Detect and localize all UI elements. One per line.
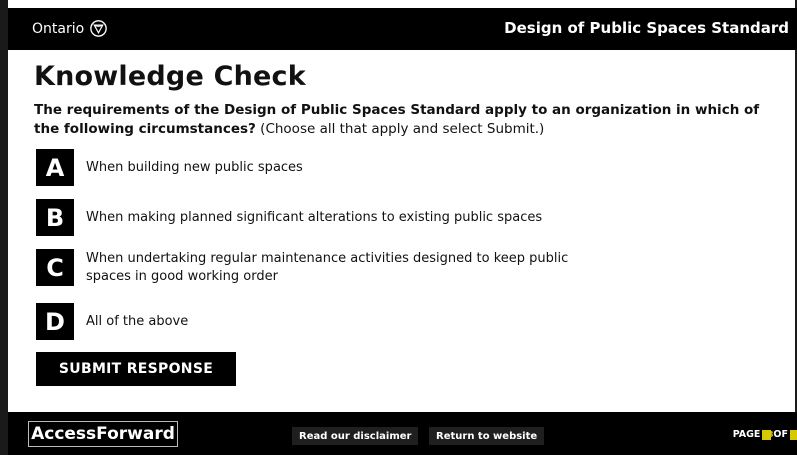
return-to-website-button[interactable]: Return to website xyxy=(429,427,545,445)
current-page: 13 xyxy=(762,429,774,440)
question-instruction: (Choose all that apply and select Submit… xyxy=(260,121,545,137)
option-letter: C xyxy=(36,249,74,286)
option-b[interactable]: B When making planned significant altera… xyxy=(36,199,586,236)
option-d[interactable]: D All of the above xyxy=(36,303,586,340)
option-letter: B xyxy=(36,199,74,236)
page-indicator: PAGE 13 OF 15 xyxy=(733,429,797,440)
option-a[interactable]: A When building new public spaces xyxy=(36,149,586,186)
option-letter: D xyxy=(36,303,74,340)
question-text: The requirements of the Design of Public… xyxy=(34,101,774,139)
option-letter: A xyxy=(36,149,74,186)
page-of: OF xyxy=(773,429,788,440)
option-label: All of the above xyxy=(86,313,189,329)
page-prefix: PAGE xyxy=(732,429,761,440)
header-bar: Ontario Design of Public Spaces Standard xyxy=(8,8,797,50)
option-c[interactable]: C When undertaking regular maintenance a… xyxy=(36,249,586,286)
page-title: Knowledge Check xyxy=(34,61,306,92)
read-disclaimer-button[interactable]: Read our disclaimer xyxy=(292,427,419,445)
ontario-brand[interactable]: Ontario xyxy=(32,20,108,37)
accessforward-logo[interactable]: AccessForward xyxy=(28,421,178,447)
brand-label: Ontario xyxy=(32,20,85,37)
total-pages: 15 xyxy=(790,429,797,440)
trillium-icon xyxy=(90,20,108,37)
option-label: When building new public spaces xyxy=(86,159,303,175)
footer-bar: AccessForward Read our disclaimer Return… xyxy=(8,412,797,455)
app-frame: Ontario Design of Public Spaces Standard… xyxy=(0,0,797,455)
submit-response-button[interactable]: SUBMIT RESPONSE xyxy=(36,352,236,386)
option-label: When making planned significant alterati… xyxy=(86,209,543,225)
option-label: When undertaking regular maintenance act… xyxy=(86,250,569,284)
course-title: Design of Public Spaces Standard xyxy=(504,19,789,37)
